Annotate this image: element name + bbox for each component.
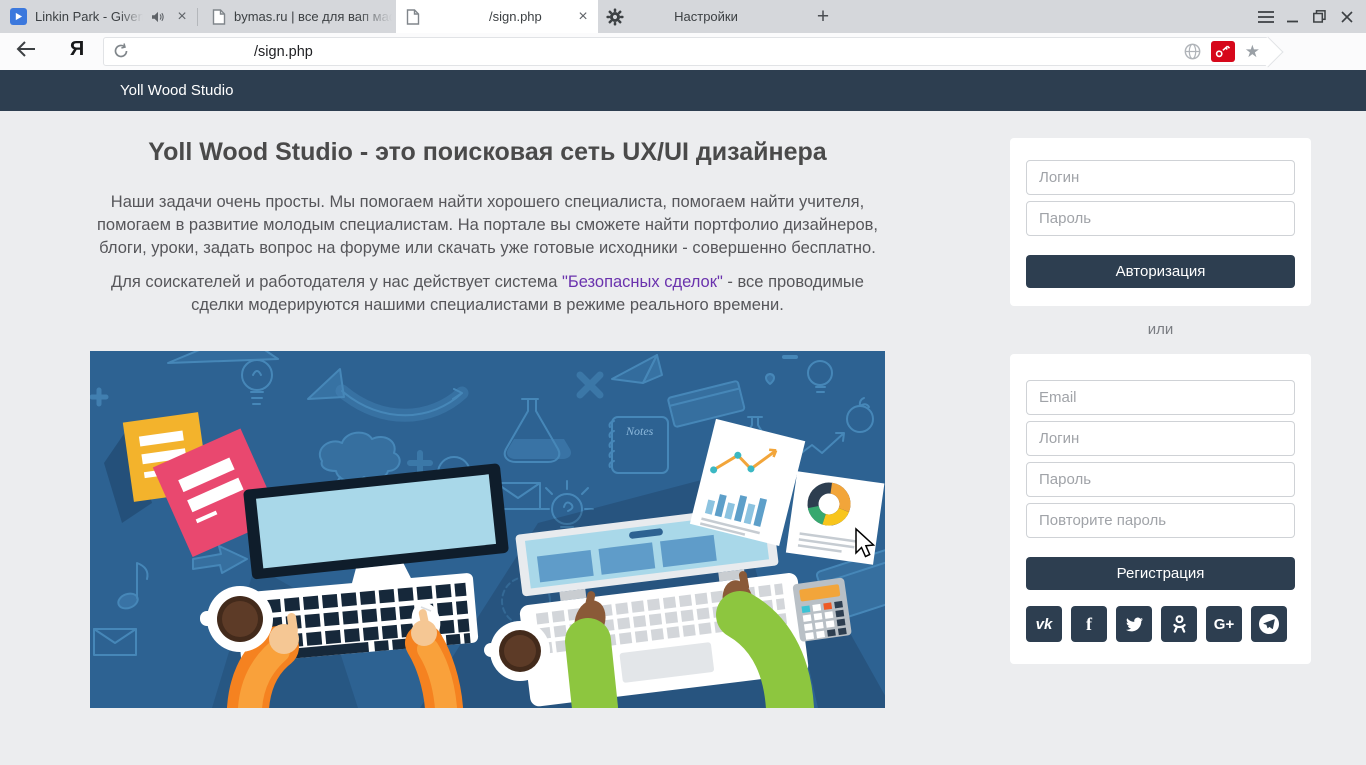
social-twitter-button[interactable] <box>1116 606 1152 642</box>
password-protect-icon[interactable] <box>1211 41 1235 62</box>
page-icon <box>212 9 226 25</box>
close-icon[interactable]: × <box>173 9 191 25</box>
notes-doodle-label: Notes <box>625 424 654 438</box>
reload-icon[interactable] <box>113 43 129 59</box>
yandex-logo-button[interactable]: Я <box>64 38 90 61</box>
tab-title: bymas.ru | все для вап масте <box>234 9 392 24</box>
close-window-icon[interactable] <box>1333 0 1360 33</box>
minimize-icon[interactable] <box>1279 0 1306 33</box>
calculator <box>792 577 852 642</box>
register-password-repeat-input[interactable] <box>1026 503 1295 538</box>
social-login-row: vk f <box>1026 606 1295 642</box>
twitter-icon <box>1126 617 1143 632</box>
browser-window: Linkin Park - Given Up × bymas.ru | все … <box>0 0 1366 765</box>
social-facebook-button[interactable]: f <box>1071 606 1107 642</box>
login-submit-button[interactable]: Авторизация <box>1026 255 1295 288</box>
register-password-input[interactable] <box>1026 462 1295 497</box>
gear-icon <box>606 8 624 26</box>
intro-paragraph: Наши задачи очень просты. Мы помогаем на… <box>90 191 885 260</box>
tab-title: /sign.php <box>489 9 542 24</box>
login-password-input[interactable] <box>1026 201 1295 236</box>
page-title: Yoll Wood Studio - это поисковая сеть UX… <box>90 138 885 167</box>
or-divider: или <box>1010 321 1311 338</box>
workspace-illustration: Notes <box>90 351 885 708</box>
site-brand[interactable]: Yoll Wood Studio <box>120 82 233 99</box>
social-google-plus-button[interactable]: G+ <box>1206 606 1242 642</box>
tab-title: Linkin Park - Given Up <box>35 9 143 24</box>
register-login-input[interactable] <box>1026 421 1295 456</box>
social-telegram-button[interactable] <box>1251 606 1287 642</box>
window-controls <box>1252 0 1360 33</box>
safe-deals-link[interactable]: "Безопасных сделок" <box>562 273 723 291</box>
telegram-icon <box>1258 613 1280 635</box>
tab-title: Настройки <box>624 9 788 24</box>
restore-icon[interactable] <box>1306 0 1333 33</box>
tab-bar: Linkin Park - Given Up × bymas.ru | все … <box>0 0 1366 33</box>
social-vk-button[interactable]: vk <box>1026 606 1062 642</box>
browser-toolbar: Я /sign.php <box>0 33 1366 70</box>
social-odnoklassniki-button[interactable] <box>1161 606 1197 642</box>
site-navbar: Yoll Wood Studio <box>0 70 1366 111</box>
globe-icon[interactable] <box>1184 43 1201 60</box>
tab-settings[interactable]: Настройки <box>598 0 794 33</box>
register-email-input[interactable] <box>1026 380 1295 415</box>
tab-bymas[interactable]: bymas.ru | все для вап масте <box>198 0 396 33</box>
pie-chart-paper <box>786 471 885 564</box>
register-card: Регистрация vk f <box>1010 354 1311 664</box>
odnoklassniki-icon <box>1172 615 1187 634</box>
google-plus-icon: G+ <box>1214 616 1234 633</box>
close-icon[interactable]: × <box>574 9 592 25</box>
deals-paragraph: Для соискателей и работодателя у нас дей… <box>90 271 885 317</box>
vk-icon: vk <box>1036 616 1053 633</box>
login-card: Авторизация <box>1010 138 1311 306</box>
facebook-icon: f <box>1086 614 1092 635</box>
url-text: /sign.php <box>254 44 313 60</box>
auth-column: Авторизация или Регистрация vk f <box>1010 138 1311 664</box>
address-bar[interactable]: /sign.php ★ <box>103 37 1269 66</box>
tab-active-sign-php[interactable]: /sign.php × <box>396 0 598 33</box>
speaker-icon[interactable] <box>151 11 165 23</box>
deals-text-before: Для соискателей и работодателя у нас дей… <box>111 273 562 291</box>
page-icon <box>406 9 420 25</box>
page-body: Yoll Wood Studio - это поисковая сеть UX… <box>0 111 1366 765</box>
register-submit-button[interactable]: Регистрация <box>1026 557 1295 590</box>
new-tab-button[interactable]: + <box>808 2 838 32</box>
tab-media-linkin-park[interactable]: Linkin Park - Given Up × <box>0 0 197 33</box>
play-icon <box>10 8 27 25</box>
back-button[interactable] <box>16 40 40 64</box>
bookmark-star-icon[interactable]: ★ <box>1245 43 1260 60</box>
login-username-input[interactable] <box>1026 160 1295 195</box>
menu-icon[interactable] <box>1252 0 1279 33</box>
